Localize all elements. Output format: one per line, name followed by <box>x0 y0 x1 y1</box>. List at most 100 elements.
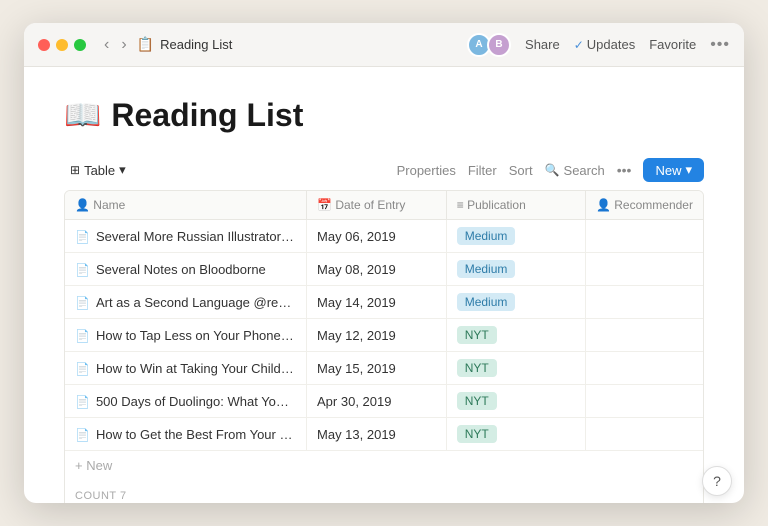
doc-icon: 📄 <box>75 362 90 376</box>
cell-publication: NYT <box>446 352 585 385</box>
cell-name: 📄How to Win at Taking Your Child to V <box>65 352 307 385</box>
help-icon: ? <box>713 473 721 489</box>
updates-label: Updates <box>587 37 635 52</box>
publication-badge: Medium <box>457 260 516 278</box>
doc-icon: 📄 <box>75 230 90 244</box>
col-header-publication[interactable]: ≡ Publication <box>446 191 585 220</box>
data-table: 👤 Name 📅 Date of Entry ≡ Publication <box>64 190 704 503</box>
close-button[interactable] <box>38 39 50 51</box>
publication-badge: Medium <box>457 227 516 245</box>
titlebar: ‹ › 📋 Reading List A B Share ✓ Updates F… <box>24 23 744 67</box>
table-row[interactable]: 📄Art as a Second Language @remind t May … <box>65 286 703 319</box>
cell-date: May 14, 2019 <box>307 286 447 319</box>
favorite-button[interactable]: Favorite <box>649 37 696 52</box>
cell-recommender <box>585 253 703 286</box>
publication-badge: NYT <box>457 425 497 443</box>
new-label: New <box>655 163 681 178</box>
chevron-down-icon: ▾ <box>119 162 126 178</box>
cell-publication: Medium <box>446 286 585 319</box>
page-content: 📖 Reading List ⊞ Table ▾ Properties Filt… <box>24 67 744 503</box>
publication-badge: NYT <box>457 392 497 410</box>
cell-recommender <box>585 385 703 418</box>
cell-name: 📄Several Notes on Bloodborne <box>65 253 307 286</box>
table-row[interactable]: 📄Several More Russian Illustrators of I … <box>65 220 703 253</box>
avatar-group: A B <box>467 33 511 57</box>
nav-buttons: ‹ › <box>100 34 131 56</box>
new-chevron-icon: ▾ <box>685 162 692 178</box>
app-window: ‹ › 📋 Reading List A B Share ✓ Updates F… <box>24 23 744 503</box>
toolbar-right: Properties Filter Sort 🔍 Search ••• New … <box>397 158 704 182</box>
cell-date: May 12, 2019 <box>307 319 447 352</box>
doc-icon: 📄 <box>75 329 90 343</box>
col-header-date[interactable]: 📅 Date of Entry <box>307 191 447 220</box>
search-button[interactable]: 🔍 Search <box>545 163 605 178</box>
doc-icon: 📄 <box>75 395 90 409</box>
doc-icon: 📄 <box>75 263 90 277</box>
table-view-button[interactable]: ⊞ Table ▾ <box>64 158 132 182</box>
count-row: COUNT 7 <box>65 480 703 503</box>
date-col-icon: 📅 <box>317 198 332 212</box>
publication-badge: NYT <box>457 359 497 377</box>
breadcrumb-text: Reading List <box>160 37 232 52</box>
toolbar-left: ⊞ Table ▾ <box>64 158 132 182</box>
cell-publication: NYT <box>446 385 585 418</box>
minimize-button[interactable] <box>56 39 68 51</box>
cell-date: May 13, 2019 <box>307 418 447 451</box>
more-button[interactable]: ••• <box>710 36 730 54</box>
table-icon: ⊞ <box>70 163 80 177</box>
table-row[interactable]: 📄Several Notes on Bloodborne May 08, 201… <box>65 253 703 286</box>
cell-recommender <box>585 319 703 352</box>
cell-publication: NYT <box>446 319 585 352</box>
cell-publication: NYT <box>446 418 585 451</box>
cell-date: May 06, 2019 <box>307 220 447 253</box>
search-icon: 🔍 <box>545 163 560 177</box>
titlebar-right: A B Share ✓ Updates Favorite ••• <box>467 33 730 57</box>
cell-date: Apr 30, 2019 <box>307 385 447 418</box>
cell-name: 📄How to Get the Best From Your Imm <box>65 418 307 451</box>
cell-recommender <box>585 418 703 451</box>
doc-icon: 📄 <box>75 296 90 310</box>
toolbar: ⊞ Table ▾ Properties Filter Sort 🔍 Searc… <box>64 158 704 182</box>
pub-col-icon: ≡ <box>457 198 464 212</box>
help-button[interactable]: ? <box>702 466 732 496</box>
avatar-2: B <box>487 33 511 57</box>
publication-badge: NYT <box>457 326 497 344</box>
toolbar-more-button[interactable]: ••• <box>617 162 632 178</box>
sort-button[interactable]: Sort <box>509 163 533 178</box>
cell-name: 📄How to Tap Less on Your Phone (but <box>65 319 307 352</box>
publication-badge: Medium <box>457 293 516 311</box>
updates-button[interactable]: ✓ Updates <box>574 37 635 52</box>
table-row[interactable]: 📄How to Win at Taking Your Child to V Ma… <box>65 352 703 385</box>
col-header-recommender[interactable]: 👤 Recommender <box>585 191 703 220</box>
table-header-row: 👤 Name 📅 Date of Entry ≡ Publication <box>65 191 703 220</box>
page-title-icon: 📖 <box>64 98 101 133</box>
filter-button[interactable]: Filter <box>468 163 497 178</box>
cell-recommender <box>585 352 703 385</box>
table-row[interactable]: 📄How to Get the Best From Your Imm May 1… <box>65 418 703 451</box>
add-new-row[interactable]: + New <box>65 450 703 480</box>
share-button[interactable]: Share <box>525 37 560 52</box>
back-button[interactable]: ‹ <box>100 34 113 56</box>
traffic-lights <box>38 39 86 51</box>
new-button[interactable]: New ▾ <box>643 158 704 182</box>
doc-icon: 📄 <box>75 428 90 442</box>
table-label: Table <box>84 163 115 178</box>
col-header-name[interactable]: 👤 Name <box>65 191 307 220</box>
forward-button[interactable]: › <box>117 34 130 56</box>
cell-recommender <box>585 220 703 253</box>
cell-date: May 08, 2019 <box>307 253 447 286</box>
table-row[interactable]: 📄500 Days of Duolingo: What You Car Apr … <box>65 385 703 418</box>
fullscreen-button[interactable] <box>74 39 86 51</box>
cell-date: May 15, 2019 <box>307 352 447 385</box>
breadcrumb-icon: 📋 <box>137 36 154 53</box>
page-title-text: Reading List <box>111 97 303 134</box>
properties-button[interactable]: Properties <box>397 163 456 178</box>
rec-col-icon: 👤 <box>596 198 611 212</box>
cell-recommender <box>585 286 703 319</box>
cell-name: 📄500 Days of Duolingo: What You Car <box>65 385 307 418</box>
cell-name: 📄Several More Russian Illustrators of I <box>65 220 307 253</box>
count-value: 7 <box>120 490 127 502</box>
cell-publication: Medium <box>446 220 585 253</box>
cell-name: 📄Art as a Second Language @remind t <box>65 286 307 319</box>
table-row[interactable]: 📄How to Tap Less on Your Phone (but May … <box>65 319 703 352</box>
